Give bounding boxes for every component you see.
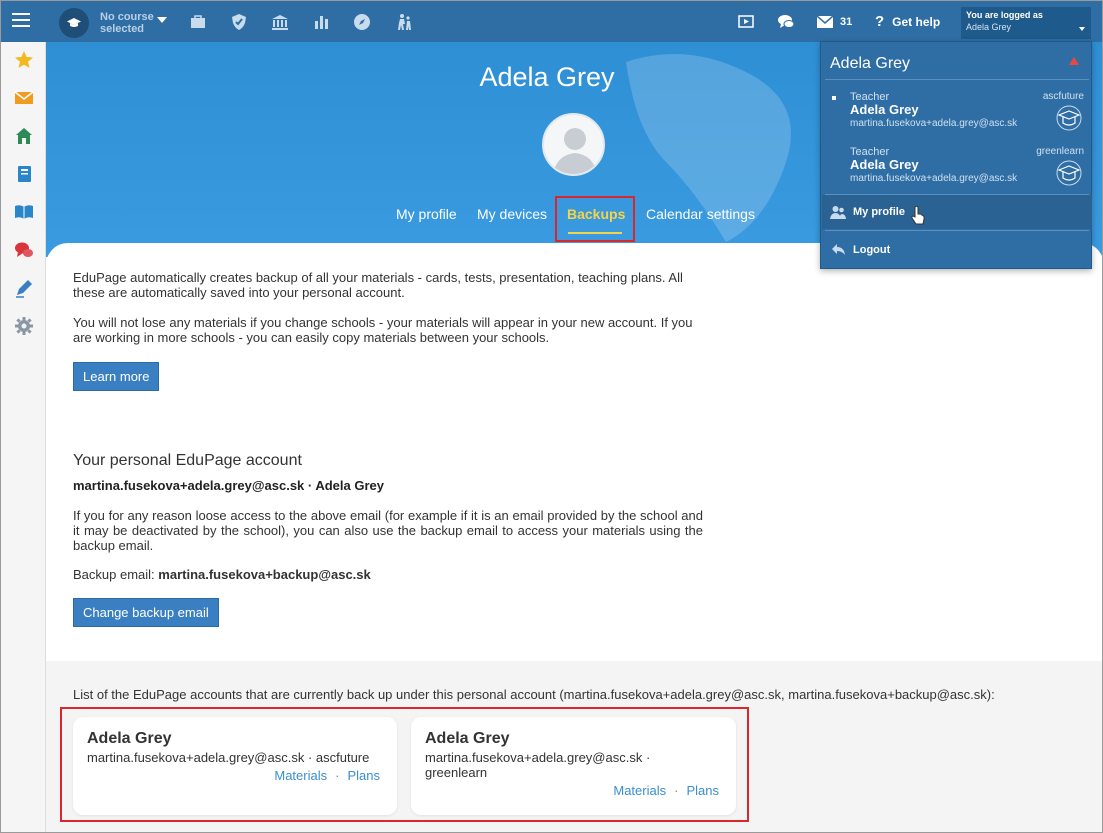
mail-count: 31: [840, 16, 853, 28]
users-icon: [830, 206, 846, 219]
accounts-list-intro: List of the EduPage accounts that are cu…: [73, 687, 995, 702]
avatar[interactable]: [542, 113, 605, 176]
gear-icon[interactable]: [13, 315, 35, 337]
notebook-icon[interactable]: [13, 163, 35, 185]
course-selector[interactable]: No course selected: [100, 11, 160, 35]
account-school: greenlearn: [1036, 146, 1084, 157]
tab-my-profile[interactable]: My profile: [396, 206, 457, 222]
logout-label: Logout: [853, 244, 891, 256]
logged-in-user: Adela Grey: [966, 22, 1012, 32]
dropdown-title: Adela Grey: [830, 55, 911, 72]
account-option[interactable]: Teacher Adela Grey martina.fusekova+adel…: [850, 146, 1088, 194]
intro-paragraph-2: You will not lose any materials if you c…: [73, 315, 693, 345]
star-icon[interactable]: [13, 49, 35, 71]
sidebar: [1, 42, 46, 832]
course-dropdown-caret-icon[interactable]: [157, 17, 167, 23]
school-hat-icon: [1056, 105, 1082, 131]
account-menu-toggle[interactable]: You are logged as Adela Grey: [961, 7, 1091, 39]
collapse-arrow-icon[interactable]: [1069, 57, 1079, 65]
tab-my-devices[interactable]: My devices: [477, 206, 547, 222]
logged-in-label: You are logged as: [966, 10, 1043, 20]
account-option[interactable]: Teacher Adela Grey martina.fusekova+adel…: [850, 91, 1088, 139]
personal-account-heading: Your personal EduPage account: [73, 452, 302, 469]
divider: [825, 79, 1089, 80]
open-book-icon[interactable]: [13, 201, 35, 223]
backup-explanation: If you for any reason loose access to th…: [73, 508, 703, 553]
school-hat-icon: [1056, 160, 1082, 186]
pen-icon[interactable]: [13, 277, 35, 299]
hand-pointer-icon: [911, 205, 925, 225]
backup-email-row: Backup email: martina.fusekova+backup@as…: [73, 567, 705, 582]
envelope-icon[interactable]: [13, 87, 35, 109]
my-profile-label: My profile: [853, 206, 905, 218]
intro-paragraph-1: EduPage automatically creates backup of …: [73, 270, 683, 300]
current-account-bullet: [832, 96, 836, 100]
profile-name: Adela Grey: [479, 62, 615, 92]
logout-arrow-icon: [832, 244, 845, 255]
account-email: martina.fusekova+adela.grey@asc.sk: [850, 173, 1018, 184]
compass-icon[interactable]: [352, 12, 372, 32]
learn-more-button[interactable]: Learn more: [73, 362, 160, 391]
account-dropdown: Adela Grey Teacher Adela Grey martina.fu…: [820, 41, 1092, 269]
backups-tab-highlight: [555, 196, 635, 242]
account-email: martina.fusekova+adela.grey@asc.sk: [850, 118, 1018, 129]
get-help-button[interactable]: ? Get help: [875, 13, 940, 30]
mail-icon: [817, 16, 833, 28]
app-window: No course selected 31 ? Get help You are…: [0, 0, 1103, 833]
help-icon: ?: [875, 13, 885, 30]
my-profile-menu-item[interactable]: My profile: [822, 195, 1092, 229]
get-help-label: Get help: [892, 14, 941, 29]
graduation-cap-icon[interactable]: [59, 8, 89, 38]
change-backup-email-button[interactable]: Change backup email: [73, 598, 219, 627]
students-icon[interactable]: [394, 12, 414, 32]
menu-icon[interactable]: [12, 13, 30, 28]
tab-calendar-settings[interactable]: Calendar settings: [646, 206, 755, 222]
mail-indicator[interactable]: 31: [817, 12, 852, 32]
home-icon[interactable]: [13, 125, 35, 147]
top-bar: No course selected 31 ? Get help You are…: [1, 1, 1102, 42]
caret-down-icon: [1079, 27, 1085, 31]
accounts-highlight: [60, 707, 749, 822]
school-building-icon[interactable]: [270, 12, 290, 32]
chat-icon[interactable]: [776, 12, 796, 32]
account-name: Adela Grey: [850, 157, 919, 172]
account-school: ascfuture: [1042, 91, 1084, 102]
bar-chart-icon[interactable]: [311, 12, 331, 32]
cast-icon[interactable]: [736, 12, 756, 32]
chat-bubbles-icon[interactable]: [13, 239, 35, 261]
account-name: Adela Grey: [850, 102, 919, 117]
logout-menu-item[interactable]: Logout: [822, 233, 1092, 267]
shield-icon[interactable]: [229, 12, 249, 32]
backup-email-label: Backup email:: [73, 567, 155, 582]
briefcase-icon[interactable]: [188, 12, 208, 32]
backup-email-value: martina.fusekova+backup@asc.sk: [158, 567, 371, 582]
divider: [825, 230, 1089, 231]
personal-account-line: martina.fusekova+adela.grey@asc.sk · Ade…: [73, 478, 384, 493]
